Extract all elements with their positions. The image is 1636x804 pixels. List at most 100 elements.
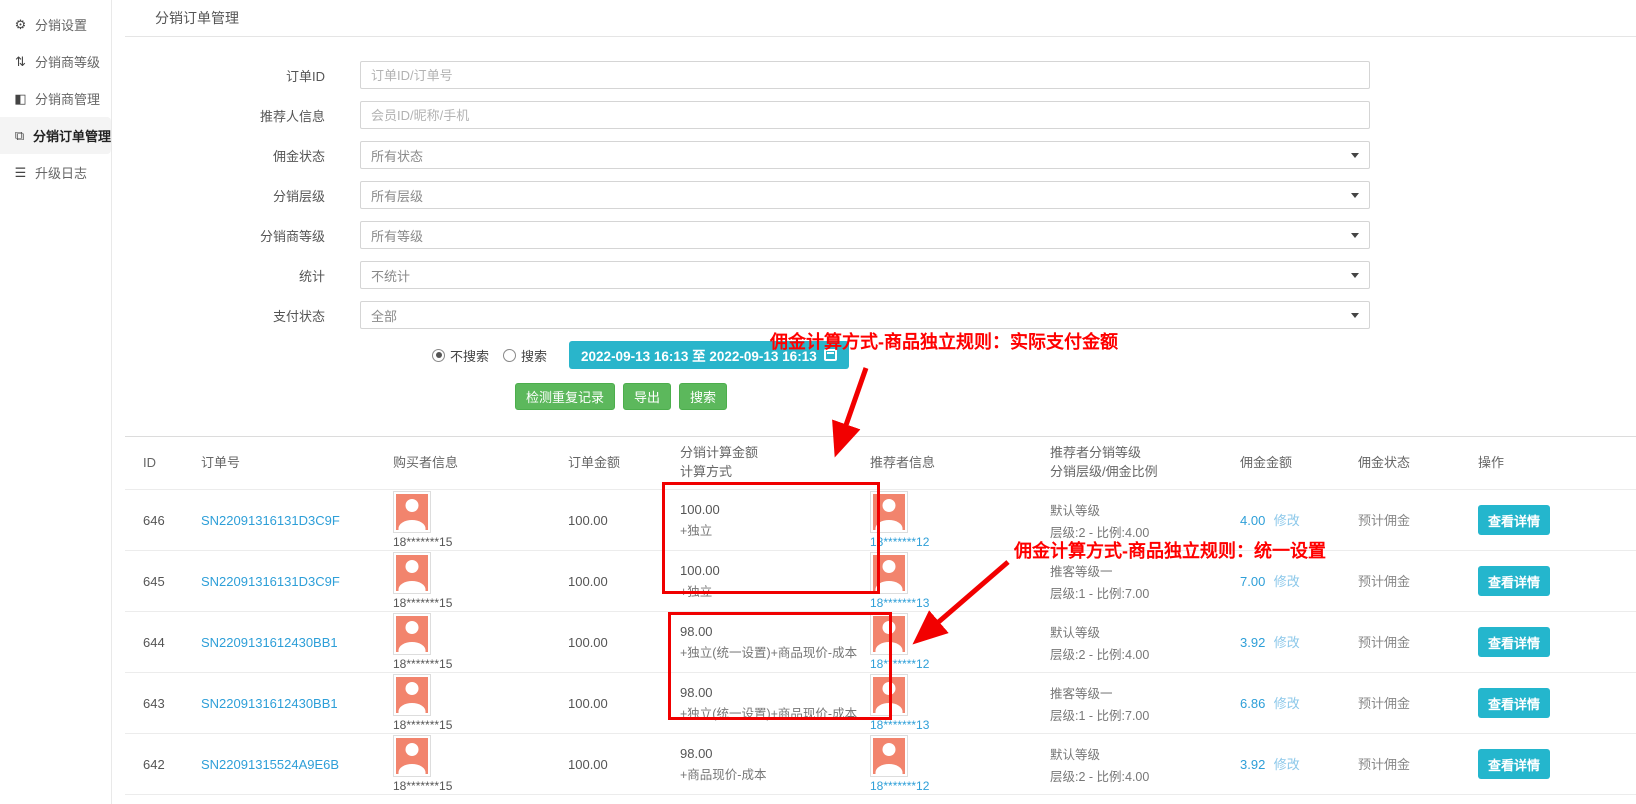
view-details-button[interactable]: 查看详情 bbox=[1478, 688, 1550, 718]
radio-search[interactable]: 搜索 bbox=[503, 346, 547, 365]
view-details-button[interactable]: 查看详情 bbox=[1478, 749, 1550, 779]
order-id-input[interactable] bbox=[360, 61, 1370, 89]
chevron-down-icon bbox=[1351, 153, 1359, 158]
commission-status-cell: 预计佣金 bbox=[1358, 693, 1478, 713]
calc-amount: 98.00 bbox=[680, 746, 870, 761]
calc-cell: 98.00 +独立(统一设置)+商品现价-成本 bbox=[680, 624, 870, 661]
form-row-statistics: 统计 不统计 bbox=[125, 261, 1636, 289]
order-no-cell: SN2209131612430BB1 bbox=[201, 635, 393, 650]
calc-amount: 100.00 bbox=[680, 563, 870, 578]
header-actions: 操作 bbox=[1478, 454, 1598, 473]
action-cell: 查看详情 bbox=[1478, 688, 1598, 718]
payment-status-select[interactable]: 全部 bbox=[360, 301, 1370, 329]
person-icon bbox=[873, 616, 905, 652]
chevron-down-icon bbox=[1351, 193, 1359, 198]
person-icon bbox=[396, 494, 428, 530]
sidebar-item-distributor-levels[interactable]: ⇅ 分销商等级 bbox=[0, 43, 111, 80]
table-row: 643 SN2209131612430BB1 18*******15 100.0… bbox=[125, 672, 1636, 733]
order-no-link[interactable]: SN22091316131D3C9F bbox=[201, 574, 340, 589]
sidebar-item-upgrade-log[interactable]: ☰ 升级日志 bbox=[0, 154, 111, 191]
person-icon bbox=[873, 738, 905, 774]
payment-status-label: 支付状态 bbox=[125, 306, 360, 325]
view-details-button[interactable]: 查看详情 bbox=[1478, 566, 1550, 596]
referrer-level-name: 默认等级 bbox=[1050, 744, 1240, 763]
sidebar: ⚙ 分销设置 ⇅ 分销商等级 ◧ 分销商管理 ⧉ 分销订单管理 ☰ 升级日志 bbox=[0, 0, 112, 804]
radio-no-search[interactable]: 不搜索 bbox=[432, 346, 489, 365]
row-id: 646 bbox=[143, 513, 201, 528]
order-no-link[interactable]: SN22091315524A9E6B bbox=[201, 757, 339, 772]
buyer-avatar bbox=[393, 491, 431, 533]
header-order-amount: 订单金额 bbox=[568, 454, 680, 473]
commission-modify-link[interactable]: 修改 bbox=[1274, 574, 1300, 589]
referrer-cell: 18*******12 bbox=[870, 735, 1050, 793]
form-row-payment-status: 支付状态 全部 bbox=[125, 301, 1636, 329]
referrer-level-name: 默认等级 bbox=[1050, 500, 1240, 519]
search-button[interactable]: 搜索 bbox=[679, 383, 727, 410]
status-badge: 预计佣金 bbox=[1358, 513, 1410, 528]
view-details-button[interactable]: 查看详情 bbox=[1478, 627, 1550, 657]
buyer-avatar bbox=[393, 613, 431, 655]
order-no-cell: SN22091316131D3C9F bbox=[201, 513, 393, 528]
order-no-link[interactable]: SN2209131612430BB1 bbox=[201, 635, 338, 650]
table-header-row: ID 订单号 购买者信息 订单金额 分销计算金额计算方式 推荐者信息 推荐者分销… bbox=[125, 437, 1636, 489]
calc-cell: 98.00 +独立(统一设置)+商品现价-成本 bbox=[680, 685, 870, 722]
distributor-level-select[interactable]: 所有等级 bbox=[360, 221, 1370, 249]
sidebar-item-distributor-management[interactable]: ◧ 分销商管理 bbox=[0, 80, 111, 117]
row-id: 644 bbox=[143, 635, 201, 650]
distribution-tier-select[interactable]: 所有层级 bbox=[360, 181, 1370, 209]
export-button[interactable]: 导出 bbox=[623, 383, 671, 410]
order-no-cell: SN22091315524A9E6B bbox=[201, 757, 393, 772]
referrer-phone-link[interactable]: 18*******13 bbox=[870, 718, 1050, 732]
calc-amount: 100.00 bbox=[680, 502, 870, 517]
commission-value: 4.00 bbox=[1240, 513, 1265, 528]
buyer-phone: 18*******15 bbox=[393, 718, 568, 732]
action-cell: 查看详情 bbox=[1478, 749, 1598, 779]
referrer-avatar bbox=[870, 674, 908, 716]
commission-modify-link[interactable]: 修改 bbox=[1274, 635, 1300, 650]
commission-cell: 3.92 修改 bbox=[1240, 632, 1358, 652]
buyer-cell: 18*******15 bbox=[393, 552, 568, 610]
form-row-distributor-level: 分销商等级 所有等级 bbox=[125, 221, 1636, 249]
referrer-phone-link[interactable]: 18*******12 bbox=[870, 779, 1050, 793]
referrer-cell: 18*******12 bbox=[870, 613, 1050, 671]
commission-modify-link[interactable]: 修改 bbox=[1274, 757, 1300, 772]
table-row: 646 SN22091316131D3C9F 18*******15 100.0… bbox=[125, 489, 1636, 550]
commission-modify-link[interactable]: 修改 bbox=[1274, 696, 1300, 711]
referrer-level-cell: 默认等级 层级:2 - 比例:4.00 bbox=[1050, 500, 1240, 541]
referrer-info-label: 推荐人信息 bbox=[125, 106, 360, 125]
row-id: 643 bbox=[143, 696, 201, 711]
person-icon bbox=[396, 555, 428, 591]
status-badge: 预计佣金 bbox=[1358, 574, 1410, 589]
statistics-select[interactable]: 不统计 bbox=[360, 261, 1370, 289]
referrer-level-ratio: 层级:1 - 比例:7.00 bbox=[1050, 583, 1240, 602]
commission-status-select[interactable]: 所有状态 bbox=[360, 141, 1370, 169]
referrer-phone-link[interactable]: 18*******13 bbox=[870, 596, 1050, 610]
check-duplicates-button[interactable]: 检测重复记录 bbox=[515, 383, 615, 410]
buyer-phone: 18*******15 bbox=[393, 657, 568, 671]
referrer-cell: 18*******13 bbox=[870, 674, 1050, 732]
order-no-link[interactable]: SN22091316131D3C9F bbox=[201, 513, 340, 528]
status-badge: 预计佣金 bbox=[1358, 635, 1410, 650]
view-details-button[interactable]: 查看详情 bbox=[1478, 505, 1550, 535]
page-title: 分销订单管理 bbox=[155, 8, 239, 28]
action-cell: 查看详情 bbox=[1478, 627, 1598, 657]
header-referrer-info: 推荐者信息 bbox=[870, 454, 1050, 473]
order-no-link[interactable]: SN2209131612430BB1 bbox=[201, 696, 338, 711]
person-icon bbox=[873, 555, 905, 591]
payment-status-value: 全部 bbox=[371, 306, 397, 325]
commission-modify-link[interactable]: 修改 bbox=[1274, 513, 1300, 528]
chevron-down-icon bbox=[1351, 273, 1359, 278]
referrer-phone-link[interactable]: 18*******12 bbox=[870, 657, 1050, 671]
sidebar-item-label: 分销商等级 bbox=[35, 52, 100, 71]
order-amount: 100.00 bbox=[568, 574, 680, 589]
buyer-phone: 18*******15 bbox=[393, 596, 568, 610]
referrer-level-name: 默认等级 bbox=[1050, 622, 1240, 641]
commission-cell: 3.92 修改 bbox=[1240, 754, 1358, 774]
sidebar-item-distribution-settings[interactable]: ⚙ 分销设置 bbox=[0, 6, 111, 43]
filter-form: 订单ID 推荐人信息 佣金状态 所有状态 分销层级 所有层级 分销商等级 所有等… bbox=[125, 37, 1636, 410]
status-badge: 预计佣金 bbox=[1358, 757, 1410, 772]
sidebar-item-label: 分销商管理 bbox=[35, 89, 100, 108]
form-row-commission-status: 佣金状态 所有状态 bbox=[125, 141, 1636, 169]
referrer-info-input[interactable] bbox=[360, 101, 1370, 129]
sidebar-item-distribution-orders[interactable]: ⧉ 分销订单管理 bbox=[0, 117, 111, 154]
